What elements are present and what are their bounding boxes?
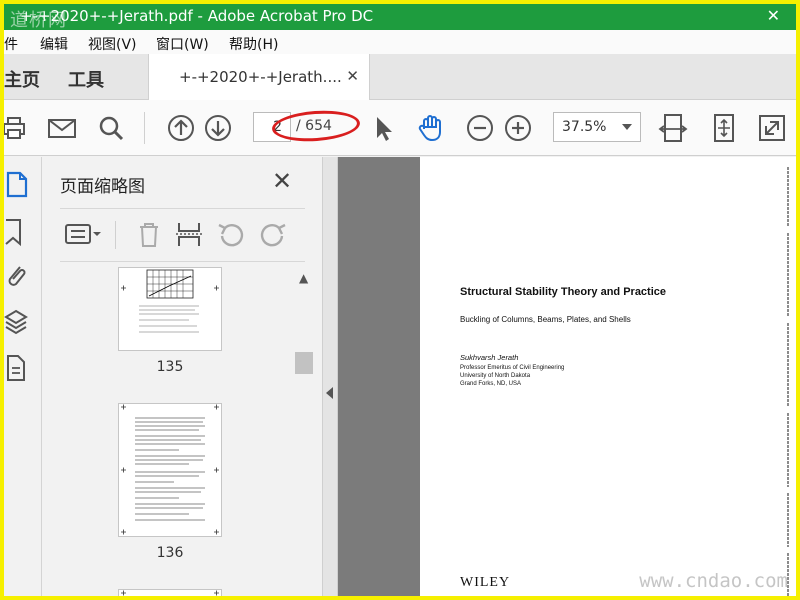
hand-tool-icon[interactable] (415, 112, 447, 144)
bookmark-icon[interactable] (4, 217, 34, 247)
book-title: Structural Stability Theory and Practice (460, 286, 667, 298)
window-close-button[interactable]: ✕ (767, 6, 780, 25)
navigation-rail (4, 157, 42, 596)
mail-icon[interactable] (46, 112, 78, 144)
layers-icon[interactable] (4, 307, 34, 337)
thumbnail-number: 135 (156, 359, 184, 375)
menu-window[interactable]: 窗口(W) (156, 34, 209, 54)
search-icon[interactable] (95, 112, 127, 144)
menu-file[interactable]: 件 (4, 34, 18, 54)
author-affiliation: University of North Dakota (460, 373, 531, 379)
page-thumbnails-icon[interactable] (4, 169, 34, 199)
page-side-text (787, 167, 789, 596)
zoom-in-icon[interactable] (502, 112, 534, 144)
tab-bar: 主页 工具 +-+2020+-+Jerath.... ✕ (4, 54, 796, 100)
thumbnail-page-next[interactable] (118, 589, 222, 596)
print-icon[interactable] (0, 112, 30, 144)
menu-bar: 件 编辑 视图(V) 窗口(W) 帮助(H) (4, 30, 796, 54)
zoom-value: 37.5% (562, 119, 607, 135)
book-subtitle: Buckling of Columns, Beams, Plates, and … (460, 315, 631, 324)
next-page-icon[interactable] (202, 112, 234, 144)
tab-home[interactable]: 主页 (4, 66, 40, 92)
insert-page-icon[interactable] (174, 219, 204, 249)
menu-help[interactable]: 帮助(H) (229, 34, 278, 54)
toolbar: 2 / 654 37.5% (4, 100, 796, 156)
author-affiliation: Professor Emeritus of Civil Engineering (460, 365, 565, 371)
fit-page-icon[interactable] (708, 112, 740, 144)
document-page: Structural Stability Theory and Practice… (420, 157, 796, 596)
chevron-down-icon (622, 124, 632, 130)
previous-page-icon[interactable] (165, 112, 197, 144)
publisher-logo: WILEY (460, 575, 511, 590)
thumbnail-page-136[interactable] (118, 403, 222, 537)
panel-toolbar-divider (115, 221, 116, 249)
menu-view[interactable]: 视图(V) (88, 34, 137, 54)
thumbnail-image (121, 404, 219, 535)
scroll-up-icon[interactable]: ▲ (299, 271, 308, 285)
thumbnail-list: 135 136 (60, 267, 305, 596)
thumbnail-number: 136 (156, 545, 184, 561)
panel-collapse-handle[interactable] (322, 157, 338, 596)
select-cursor-icon[interactable] (368, 112, 400, 144)
tab-tools[interactable]: 工具 (68, 66, 104, 92)
trash-icon[interactable] (134, 219, 164, 249)
app-window: 道桥网 +-+2020+-+Jerath.pdf - Adobe Acrobat… (0, 0, 800, 600)
panel-divider (60, 208, 305, 209)
thumbnail-scrollbar[interactable]: ▲ (294, 267, 314, 596)
page-content-icon[interactable] (4, 353, 34, 383)
full-screen-icon[interactable] (756, 112, 788, 144)
thumbnail-page-135[interactable] (118, 267, 222, 351)
toolbar-divider (144, 112, 145, 144)
tab-close-icon[interactable]: ✕ (346, 67, 359, 85)
fit-width-icon[interactable] (657, 112, 689, 144)
panel-divider-2 (60, 261, 305, 262)
tab-document[interactable]: +-+2020+-+Jerath.... ✕ (148, 54, 370, 100)
zoom-select[interactable]: 37.5% (553, 112, 641, 142)
options-menu-icon[interactable] (64, 219, 104, 249)
panel-close-icon[interactable]: ✕ (272, 167, 292, 195)
collapse-arrow-icon (326, 387, 333, 399)
thumbnail-image (121, 269, 219, 333)
title-bar: 道桥网 +-+2020+-+Jerath.pdf - Adobe Acrobat… (4, 4, 796, 31)
panel-title: 页面缩略图 (60, 177, 145, 197)
window-title: +-+2020+-+Jerath.pdf - Adobe Acrobat Pro… (20, 7, 374, 25)
author-affiliation: Grand Forks, ND, USA (460, 381, 522, 387)
zoom-out-icon[interactable] (464, 112, 496, 144)
rotate-left-icon[interactable] (216, 219, 246, 249)
tab-document-label: +-+2020+-+Jerath.... (179, 68, 342, 86)
attachment-icon[interactable] (4, 261, 34, 291)
thumbnails-panel: 页面缩略图 ✕ 135 136 ▲ (42, 157, 322, 596)
rotate-right-icon[interactable] (258, 219, 288, 249)
book-author: Sukhvarsh Jerath (460, 353, 519, 362)
watermark-url: www.cndao.com (639, 570, 788, 592)
menu-edit[interactable]: 编辑 (40, 34, 68, 54)
scrollbar-thumb[interactable] (295, 352, 313, 374)
thumbnail-image (121, 590, 219, 596)
